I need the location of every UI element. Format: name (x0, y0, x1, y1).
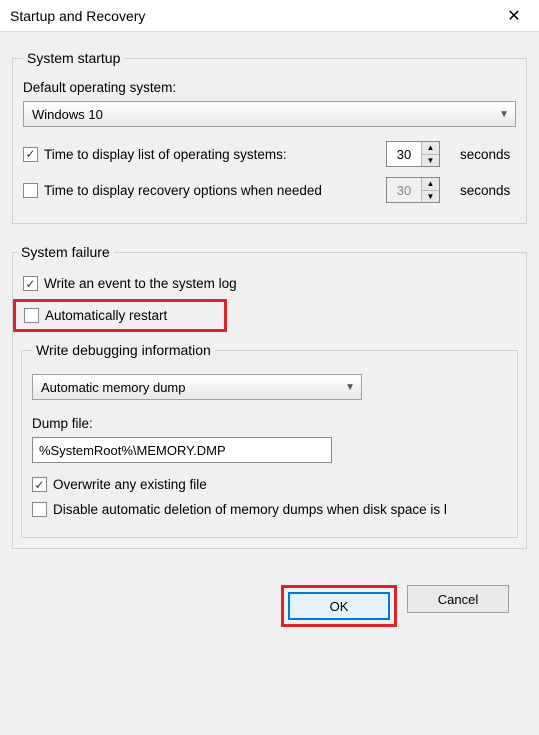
ok-button[interactable]: OK (288, 592, 390, 620)
write-event-label[interactable]: Write an event to the system log (44, 276, 237, 291)
seconds-label-2: seconds (460, 183, 510, 198)
ok-button-label: OK (330, 599, 349, 614)
spinner-down-icon[interactable]: ▼ (422, 155, 439, 167)
spinner-down-icon: ▼ (422, 191, 439, 203)
close-button[interactable]: ✕ (499, 4, 529, 28)
display-list-checkbox[interactable] (23, 147, 38, 162)
system-failure-group: System failure Write an event to the sys… (12, 244, 527, 549)
dialog-buttons: OK Cancel (12, 569, 527, 627)
display-recovery-row: Time to display recovery options when ne… (23, 177, 516, 203)
display-list-label[interactable]: Time to display list of operating system… (44, 147, 380, 162)
overwrite-label[interactable]: Overwrite any existing file (53, 477, 207, 492)
default-os-label: Default operating system: (23, 80, 516, 95)
display-list-spinner[interactable]: ▲ ▼ (386, 141, 440, 167)
cancel-button[interactable]: Cancel (407, 585, 509, 613)
debug-info-legend: Write debugging information (32, 342, 215, 358)
display-recovery-spinner: ▲ ▼ (386, 177, 440, 203)
chevron-down-icon: ▼ (345, 382, 355, 393)
overwrite-row: Overwrite any existing file (32, 477, 507, 492)
debug-type-value: Automatic memory dump (41, 380, 186, 395)
spinner-up-icon: ▲ (422, 178, 439, 191)
window-title: Startup and Recovery (10, 8, 145, 24)
auto-restart-label[interactable]: Automatically restart (45, 308, 167, 323)
display-list-row: Time to display list of operating system… (23, 141, 516, 167)
cancel-button-label: Cancel (438, 592, 478, 607)
chevron-down-icon: ▼ (499, 109, 509, 120)
debug-type-combo[interactable]: Automatic memory dump ▼ (32, 374, 362, 400)
dialog-window: Startup and Recovery ✕ System startup De… (0, 0, 539, 735)
ok-highlight: OK (281, 585, 397, 627)
auto-restart-checkbox[interactable] (24, 308, 39, 323)
titlebar: Startup and Recovery ✕ (0, 0, 539, 32)
display-recovery-label[interactable]: Time to display recovery options when ne… (44, 183, 380, 198)
seconds-label-1: seconds (460, 147, 510, 162)
display-list-value[interactable] (387, 142, 421, 166)
write-event-checkbox[interactable] (23, 276, 38, 291)
spinner-buttons: ▲ ▼ (421, 142, 439, 166)
system-startup-group: System startup Default operating system:… (12, 50, 527, 224)
dialog-body: System startup Default operating system:… (0, 32, 539, 639)
spinner-up-icon[interactable]: ▲ (422, 142, 439, 155)
write-event-row: Write an event to the system log (23, 276, 516, 291)
overwrite-checkbox[interactable] (32, 477, 47, 492)
dump-file-input[interactable] (32, 437, 332, 463)
default-os-value: Windows 10 (32, 107, 103, 122)
display-recovery-checkbox[interactable] (23, 183, 38, 198)
dump-file-label: Dump file: (32, 416, 507, 431)
system-failure-legend: System failure (17, 244, 114, 260)
close-icon: ✕ (507, 6, 520, 26)
debug-info-group: Write debugging information Automatic me… (21, 342, 518, 538)
display-recovery-value (387, 178, 421, 202)
disable-delete-row: Disable automatic deletion of memory dum… (32, 502, 507, 517)
default-os-combo[interactable]: Windows 10 ▼ (23, 101, 516, 127)
disable-delete-checkbox[interactable] (32, 502, 47, 517)
auto-restart-highlight: Automatically restart (13, 299, 227, 332)
disable-delete-label[interactable]: Disable automatic deletion of memory dum… (53, 502, 447, 517)
system-startup-legend: System startup (23, 50, 124, 66)
spinner-buttons-2: ▲ ▼ (421, 178, 439, 202)
